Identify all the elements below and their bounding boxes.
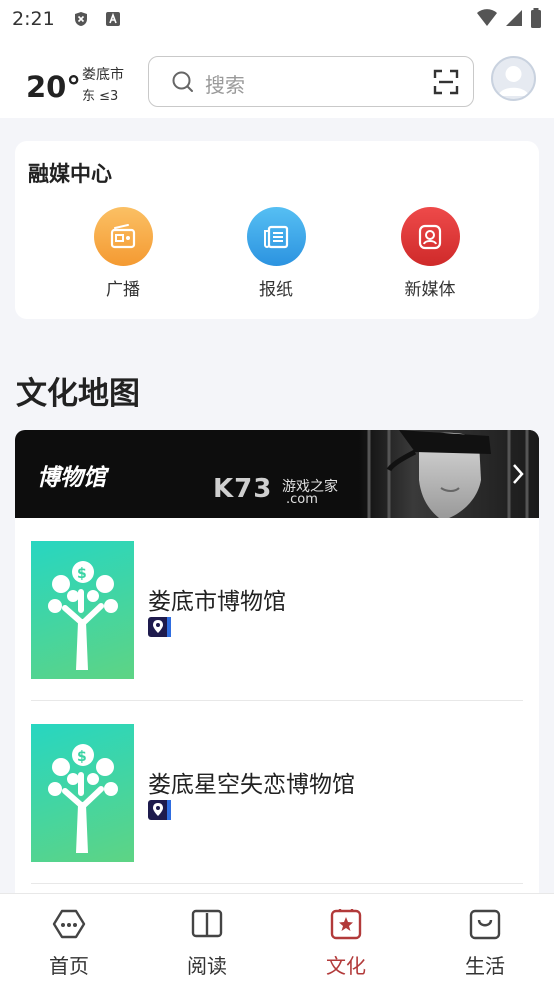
- bag-icon: [468, 909, 502, 944]
- nav-item-label: 生活: [465, 954, 505, 978]
- location-pin-icon: [148, 800, 171, 820]
- museum-name: 娄底市博物馆: [148, 589, 286, 615]
- search-input[interactable]: 搜索: [205, 69, 245, 98]
- media-center-card: 融媒中心 广播 报纸 新媒体: [15, 141, 539, 319]
- museum-thumbnail: $: [31, 724, 134, 862]
- media-item-radio[interactable]: 广播: [73, 207, 173, 300]
- museum-list: $ 娄底市博物馆 $ 娄底星空失恋博物馆: [15, 518, 539, 898]
- radio-icon: [93, 207, 153, 266]
- search-icon: [171, 70, 195, 98]
- watermark-logo: K73: [213, 474, 273, 504]
- svg-text:$: $: [77, 566, 87, 582]
- font-icon: [105, 11, 121, 27]
- weather-city: 娄底市: [82, 67, 124, 83]
- nav-item-label: 文化: [326, 954, 366, 978]
- shield-icon: [73, 11, 89, 27]
- museum-name: 娄底星空失恋博物馆: [148, 772, 355, 798]
- media-item-newspaper[interactable]: 报纸: [226, 207, 326, 300]
- nav-item-label: 首页: [49, 954, 89, 978]
- culture-star-icon: [329, 909, 363, 944]
- banner-title: 博物馆: [37, 465, 106, 491]
- status-right: [476, 8, 542, 32]
- nav-item-label: 阅读: [187, 954, 227, 978]
- weather-temperature: 20°: [26, 70, 81, 104]
- new-media-icon: [400, 207, 460, 266]
- museum-banner[interactable]: 博物馆 K73 游戏之家 .com: [15, 430, 539, 518]
- svg-text:$: $: [77, 749, 87, 765]
- status-time: 2:21: [12, 8, 55, 30]
- chevron-right-icon: [511, 462, 525, 490]
- signal-icon: [504, 8, 524, 32]
- wifi-icon: [476, 8, 498, 32]
- book-icon: [190, 909, 224, 944]
- museum-thumbnail: $: [31, 541, 134, 679]
- nav-item-culture[interactable]: 文化: [306, 908, 386, 979]
- avatar[interactable]: [491, 56, 536, 101]
- media-center-title: 融媒中心: [28, 162, 112, 186]
- bottom-nav: 首页 阅读 文化 生活: [0, 893, 554, 984]
- list-item[interactable]: $ 娄底星空失恋博物馆: [15, 701, 539, 884]
- media-item-label: 报纸: [259, 280, 293, 300]
- location-pin-icon: [148, 617, 171, 637]
- section-title: 文化地图: [16, 376, 140, 412]
- battery-icon: [530, 8, 542, 32]
- list-item[interactable]: $ 娄底市博物馆: [15, 518, 539, 701]
- search-bar[interactable]: 搜索: [148, 56, 474, 107]
- scan-icon[interactable]: [433, 69, 459, 99]
- media-item-new-media[interactable]: 新媒体: [380, 207, 480, 300]
- media-item-label: 新媒体: [404, 280, 456, 300]
- newspaper-icon: [246, 207, 306, 266]
- media-item-label: 广播: [106, 280, 140, 300]
- divider: [31, 883, 523, 884]
- weather-wind: 东 ≤3: [82, 89, 119, 104]
- home-icon: [52, 909, 86, 944]
- nav-item-life[interactable]: 生活: [445, 908, 525, 979]
- status-bar: 2:21: [0, 0, 554, 38]
- watermark-text: .com: [286, 492, 318, 507]
- top-header: 20° 娄底市 东 ≤3 搜索: [0, 38, 554, 118]
- nav-item-home[interactable]: 首页: [29, 908, 109, 979]
- nav-item-reading[interactable]: 阅读: [167, 908, 247, 979]
